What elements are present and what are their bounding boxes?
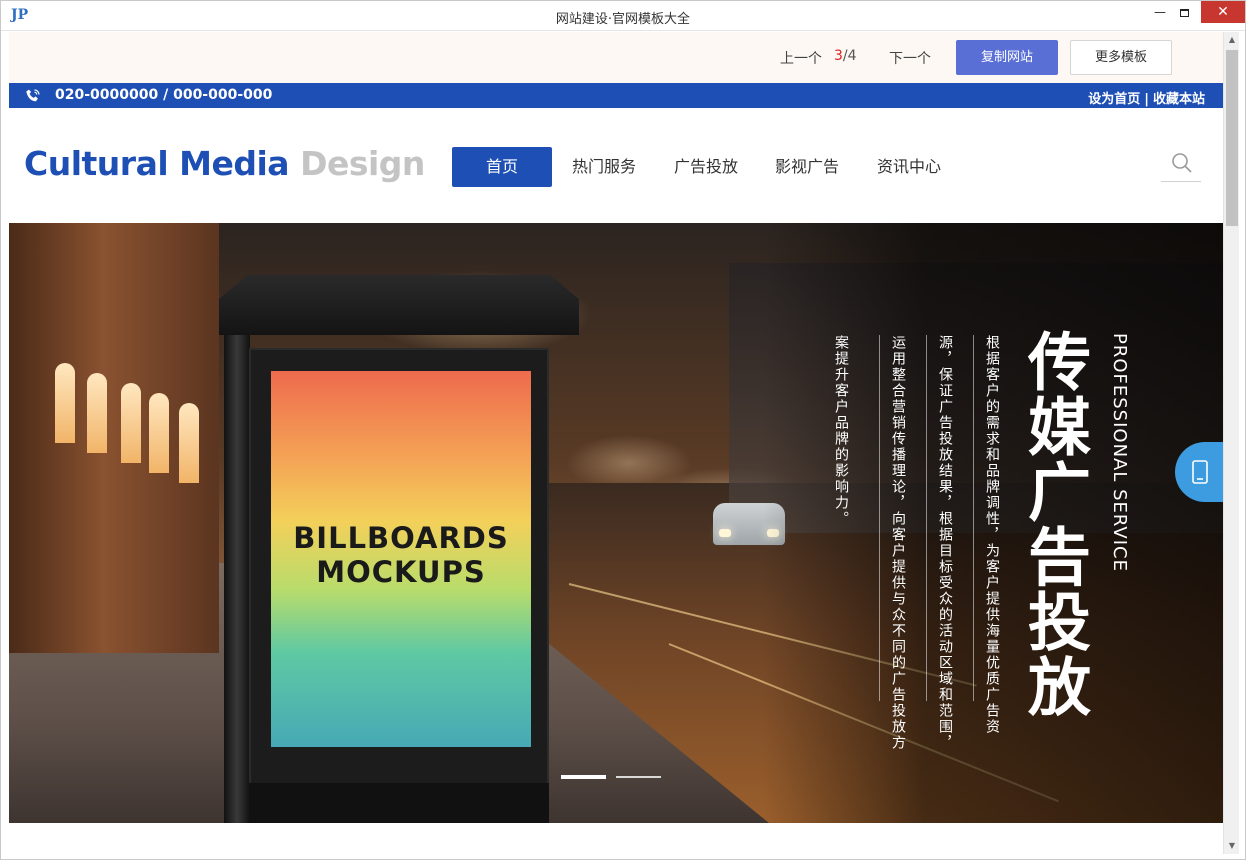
building-window	[121, 383, 141, 463]
close-button[interactable]: ✕	[1201, 1, 1245, 23]
banner-text-col-3: 运用整合营销传播理论，向客户提供与众不同的广告投放方	[879, 335, 908, 751]
banner-subtitle-en: PROFESSIONAL SERVICE	[1109, 333, 1130, 572]
title-bar: JP 网站建设·官网模板大全 — ✕	[1, 1, 1245, 31]
vertical-scrollbar[interactable]: ▲ ▼	[1223, 32, 1239, 854]
browser-window: JP 网站建设·官网模板大全 — ✕ 上一个 3/4 下一个 复制网站 更多模板…	[0, 0, 1246, 860]
nav-home[interactable]: 首页	[452, 147, 552, 187]
banner-text-col-2: 源，保证广告投放结果，根据目标受众的活动区域和范围，	[926, 335, 955, 751]
prev-template-link[interactable]: 上一个	[780, 48, 822, 68]
billboard-text: BILLBOARDS MOCKUPS	[271, 521, 531, 589]
info-links: 设为首页 | 收藏本站	[1088, 88, 1205, 107]
billboard-poster: BILLBOARDS MOCKUPS	[271, 371, 531, 747]
maximize-button[interactable]	[1167, 1, 1201, 23]
phone-number: 020-0000000 / 000-000-000	[55, 87, 273, 103]
banner-title: 传媒广告投放	[1018, 329, 1091, 719]
page-viewport: 上一个 3/4 下一个 复制网站 更多模板 020-0000000 / 000-…	[9, 32, 1223, 823]
more-templates-button[interactable]: 更多模板	[1070, 40, 1172, 75]
building-window	[87, 373, 107, 453]
scroll-up-icon[interactable]: ▲	[1224, 32, 1240, 48]
page-bottom	[9, 823, 1223, 854]
contact-bar: 020-0000000 / 000-000-000 设为首页 | 收藏本站	[9, 83, 1223, 108]
banner-text-col-4: 案提升客户品牌的影响力。	[833, 335, 849, 527]
nav-video-ads[interactable]: 影视广告	[775, 147, 839, 187]
window-title: 网站建设·官网模板大全	[555, 12, 691, 27]
link-separator: |	[1144, 92, 1149, 107]
set-homepage-link[interactable]: 设为首页	[1088, 92, 1140, 107]
nav-hot-services[interactable]: 热门服务	[572, 147, 636, 187]
building-window	[179, 403, 199, 483]
nav-news[interactable]: 资讯中心	[877, 147, 941, 187]
logo-primary: Cultural Media	[24, 144, 290, 183]
nav-ad-placement[interactable]: 广告投放	[674, 147, 738, 187]
banner-buildings-left	[9, 223, 219, 653]
logo-secondary: Design	[300, 144, 425, 183]
site-header: Cultural Media Design 首页 热门服务 广告投放 影视广告 …	[9, 108, 1223, 223]
building-window	[149, 393, 169, 473]
mobile-icon	[1192, 460, 1208, 484]
search-icon	[1172, 153, 1192, 173]
search-button[interactable]	[1161, 146, 1201, 182]
site-logo[interactable]: Cultural Media Design	[24, 144, 425, 183]
slide-dot-1[interactable]	[561, 775, 606, 779]
scroll-thumb[interactable]	[1226, 50, 1238, 226]
billboard-line-2: MOCKUPS	[316, 555, 486, 589]
shelter-base	[249, 783, 549, 823]
phone-icon	[26, 89, 40, 102]
copy-site-button[interactable]: 复制网站	[956, 40, 1058, 75]
shelter-roof	[219, 275, 579, 335]
car-light	[719, 529, 731, 537]
template-page-indicator: 3/4	[834, 48, 857, 64]
next-template-link[interactable]: 下一个	[889, 48, 931, 68]
shelter-post	[224, 323, 250, 823]
slide-dot-2[interactable]	[616, 776, 661, 778]
scroll-down-icon[interactable]: ▼	[1224, 838, 1240, 854]
maximize-icon	[1179, 8, 1189, 17]
hero-banner[interactable]: BILLBOARDS MOCKUPS PROFESSIONAL SERVICE …	[9, 223, 1223, 823]
page-total: /4	[842, 48, 857, 64]
bookmark-link[interactable]: 收藏本站	[1153, 92, 1205, 107]
banner-text-col-1: 根据客户的需求和品牌调性，为客户提供海量优质广告资	[973, 335, 1002, 735]
template-bar: 上一个 3/4 下一个 复制网站 更多模板	[9, 32, 1223, 83]
page-current: 3	[834, 48, 843, 64]
building-window	[55, 363, 75, 443]
billboard-line-1: BILLBOARDS	[293, 521, 509, 555]
